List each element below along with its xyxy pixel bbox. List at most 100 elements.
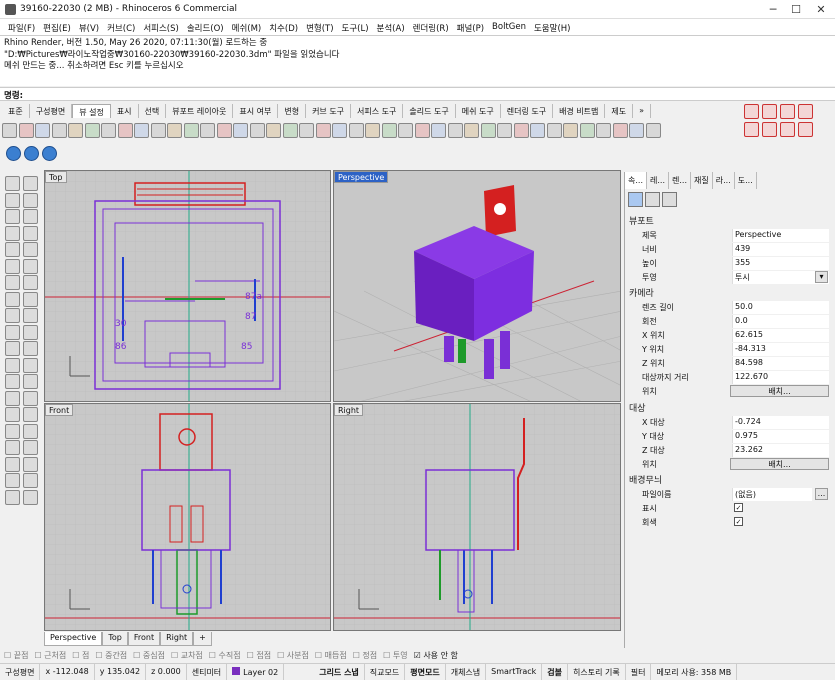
view-tool-icon[interactable] <box>332 122 347 138</box>
side-tool-icon[interactable] <box>23 258 38 274</box>
osnap-end[interactable]: ☐ 끝점 <box>4 648 28 662</box>
view-tool-icon[interactable] <box>249 122 265 138</box>
browse-button[interactable]: ... <box>815 488 828 500</box>
chevron-down-icon[interactable]: ▾ <box>815 271 828 283</box>
panel-tab-render[interactable]: 렌... <box>669 172 691 189</box>
menu-analyze[interactable]: 분석(A) <box>373 19 409 35</box>
view-tool-icon[interactable] <box>167 122 182 138</box>
osnap-knot[interactable]: ☐ 매듭점 <box>315 648 347 662</box>
menu-render[interactable]: 렌더링(R) <box>409 19 453 35</box>
side-tool-icon[interactable] <box>23 489 38 505</box>
tab-set-view[interactable]: 뷰 설정 <box>72 104 111 118</box>
planar-toggle[interactable]: 평면모드 <box>405 664 446 680</box>
side-tool-icon[interactable] <box>23 176 38 191</box>
panel-tab-properties[interactable]: 속... <box>625 172 647 189</box>
history-toggle[interactable]: 히스토리 기록 <box>568 664 626 680</box>
viewport-right[interactable]: Right <box>333 403 621 631</box>
view-tool-icon[interactable] <box>101 122 116 138</box>
osnap-perpendicular[interactable]: ☐ 수직점 <box>209 648 241 662</box>
side-tool-icon[interactable] <box>5 209 20 224</box>
target-place-button[interactable]: 배치... <box>730 458 829 470</box>
menu-tools[interactable]: 도구(L) <box>338 19 373 35</box>
side-tool-icon[interactable] <box>5 456 20 472</box>
view-tool-icon[interactable] <box>200 122 215 138</box>
rotation-field[interactable]: 0.0 <box>732 315 829 328</box>
view-tool-icon[interactable] <box>68 122 83 138</box>
side-tool-icon[interactable] <box>5 390 20 406</box>
view-tool-icon[interactable] <box>365 122 380 138</box>
view-tool-icon[interactable] <box>348 122 364 138</box>
view-tool-icon[interactable] <box>480 122 496 138</box>
side-tool-icon[interactable] <box>5 308 20 323</box>
viewport-title-perspective[interactable]: Perspective <box>334 171 389 183</box>
side-tool-icon[interactable] <box>5 357 20 373</box>
tab-select[interactable]: 선택 <box>139 104 167 118</box>
show-wallpaper-checkbox[interactable]: ✓ <box>734 503 743 512</box>
side-tool-icon[interactable] <box>23 291 38 307</box>
vp-tab-add[interactable]: + <box>193 632 212 646</box>
cplane-status[interactable]: 구성평면 <box>0 664 41 680</box>
side-tool-icon[interactable] <box>23 357 38 373</box>
target-x-field[interactable]: -0.724 <box>732 416 829 429</box>
side-tool-icon[interactable] <box>5 291 20 307</box>
side-tool-icon[interactable] <box>23 440 38 455</box>
ortho-toggle[interactable]: 직교모드 <box>365 664 406 680</box>
dimension-icon[interactable] <box>744 122 759 137</box>
tab-visibility[interactable]: 표시 여부 <box>233 104 279 118</box>
objects-icon[interactable] <box>662 192 677 207</box>
shaded-mode-icon[interactable] <box>6 146 21 161</box>
viewport-perspective[interactable]: Perspective <box>333 170 621 402</box>
prop-height-field[interactable]: 355 <box>732 257 829 270</box>
side-tool-icon[interactable] <box>5 324 20 340</box>
menu-file[interactable]: 파일(F) <box>4 19 39 35</box>
gumball-toggle[interactable]: 검볼 <box>542 664 569 680</box>
view-tool-icon[interactable] <box>381 122 397 138</box>
viewport-title-front[interactable]: Front <box>45 404 74 416</box>
view-tool-icon[interactable] <box>513 122 529 138</box>
panel-tab-materials[interactable]: 재질 <box>691 172 713 189</box>
view-tool-icon[interactable] <box>35 122 50 138</box>
target-z-field[interactable]: 23.262 <box>732 444 829 457</box>
lens-length-field[interactable]: 50.0 <box>732 301 829 314</box>
view-tool-icon[interactable] <box>546 122 562 138</box>
view-tool-icon[interactable] <box>563 122 578 138</box>
side-tool-icon[interactable] <box>5 192 20 208</box>
command-prompt[interactable]: 명령: <box>0 87 835 101</box>
layer-status[interactable]: Layer 02 <box>227 664 285 680</box>
osnap-toggle[interactable]: 개체스냅 <box>446 664 487 680</box>
side-tool-icon[interactable] <box>5 275 20 290</box>
side-tool-icon[interactable] <box>5 225 20 241</box>
side-tool-icon[interactable] <box>5 374 20 389</box>
panel-tab-lights[interactable]: 라... <box>713 172 735 189</box>
tab-transform[interactable]: 변형 <box>278 104 307 118</box>
tab-background-bitmap[interactable]: 배경 비트맵 <box>553 104 606 118</box>
tab-curve-tools[interactable]: 커브 도구 <box>306 104 352 118</box>
view-tool-icon[interactable] <box>299 122 314 138</box>
side-tool-icon[interactable] <box>23 456 38 472</box>
osnap-disable[interactable]: ☑ 사용 안 함 <box>414 648 458 662</box>
viewport-front[interactable]: Front <box>44 403 331 631</box>
view-tool-icon[interactable] <box>134 122 149 138</box>
close-button[interactable]: ✕ <box>808 0 834 19</box>
view-tool-icon[interactable] <box>414 122 430 138</box>
maximize-button[interactable]: ☐ <box>783 0 809 19</box>
osnap-tangent[interactable]: ☐ 접점 <box>247 648 271 662</box>
prop-title-field[interactable]: Perspective <box>732 229 829 242</box>
side-tool-icon[interactable] <box>5 440 20 455</box>
view-tool-icon[interactable] <box>579 122 595 138</box>
camera-icon[interactable] <box>628 192 643 207</box>
filter-toggle[interactable]: 필터 <box>626 664 652 680</box>
viewport-top[interactable]: 87a 87 30 86 85 Top <box>44 170 331 402</box>
gray-wallpaper-checkbox[interactable]: ✓ <box>734 517 743 526</box>
units-status[interactable]: 센티미터 <box>187 664 228 680</box>
side-tool-icon[interactable] <box>23 390 38 406</box>
menu-solid[interactable]: 솔리드(O) <box>183 19 228 35</box>
view-tool-icon[interactable] <box>315 122 331 138</box>
menu-transform[interactable]: 변형(T) <box>302 19 337 35</box>
dimension-icon[interactable] <box>762 122 777 137</box>
tab-standard[interactable]: 표준 <box>2 104 30 118</box>
viewport-title-top[interactable]: Top <box>45 171 67 183</box>
viewport-icon[interactable] <box>645 192 660 207</box>
side-tool-icon[interactable] <box>23 341 38 356</box>
view-tool-icon[interactable] <box>447 122 463 138</box>
